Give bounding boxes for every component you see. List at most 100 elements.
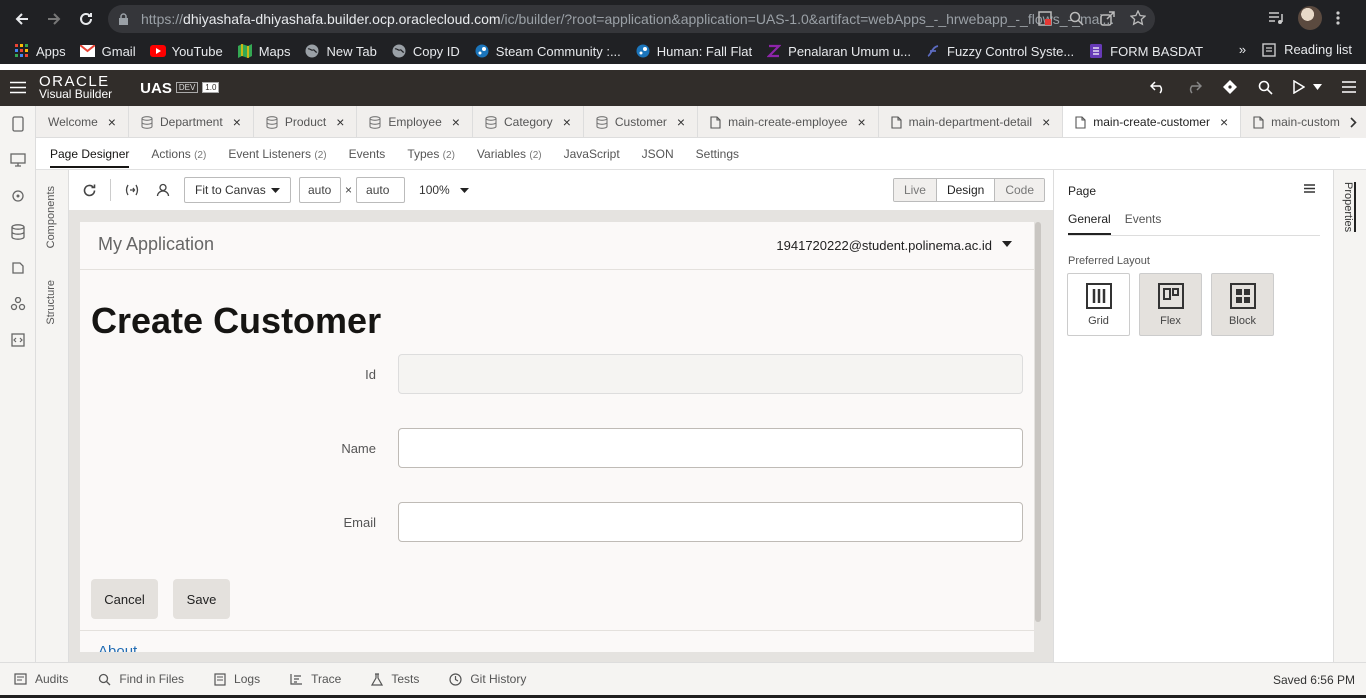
variables-toggle-icon[interactable] — [121, 179, 143, 201]
run-button[interactable] — [1293, 80, 1322, 94]
bookmark-maps[interactable]: Maps — [237, 43, 290, 59]
tab-category[interactable]: Category × — [473, 106, 584, 137]
git-icon[interactable] — [1222, 79, 1238, 95]
subtab-page-designer[interactable]: Page Designer — [50, 147, 130, 168]
reload-icon[interactable] — [70, 3, 102, 35]
web-apps-icon[interactable] — [0, 142, 35, 178]
tab-main-department-detail[interactable]: main-department-detail × — [879, 106, 1064, 137]
bottom-tests-button[interactable]: Tests — [371, 672, 419, 686]
subtab-javascript[interactable]: JavaScript — [564, 147, 620, 161]
bookmark-form-basdat[interactable]: FORM BASDAT — [1088, 43, 1203, 59]
media-queue-icon[interactable] — [1268, 11, 1284, 25]
star-icon[interactable] — [1129, 9, 1147, 27]
id-field[interactable] — [398, 354, 1023, 394]
subtab-settings[interactable]: Settings — [696, 147, 739, 161]
subtab-types[interactable]: Types (2) — [407, 147, 455, 161]
components-icon[interactable] — [0, 250, 35, 286]
name-field[interactable] — [398, 428, 1023, 468]
subtab-json[interactable]: JSON — [642, 147, 674, 161]
tab-main-create-employee[interactable]: main-create-employee × — [698, 106, 879, 137]
bottom-trace-button[interactable]: Trace — [290, 672, 341, 686]
close-tab-icon[interactable]: × — [233, 114, 241, 130]
layout-grid-option[interactable]: Grid — [1067, 273, 1130, 336]
clipboard-icon[interactable] — [1036, 9, 1054, 27]
subtab-events[interactable]: Events — [349, 147, 386, 161]
bookmark-apps[interactable]: Apps — [14, 43, 66, 59]
properties-side-tab[interactable]: Properties — [1333, 170, 1366, 662]
services-icon[interactable] — [0, 178, 35, 214]
properties-tab-events[interactable]: Events — [1125, 212, 1162, 235]
user-menu-caret-icon[interactable] — [1002, 241, 1012, 247]
source-icon[interactable] — [0, 322, 35, 358]
subtab-actions[interactable]: Actions (2) — [151, 147, 206, 161]
back-icon[interactable] — [6, 3, 38, 35]
layout-block-option[interactable]: Block — [1211, 273, 1274, 336]
bookmark-youtube[interactable]: YouTube — [149, 43, 223, 59]
canvas-height-input[interactable]: auto — [356, 177, 406, 203]
tabs-scroll-right-icon[interactable] — [1340, 106, 1366, 138]
subtab-event-listeners[interactable]: Event Listeners (2) — [228, 147, 326, 161]
address-bar[interactable]: https://dhiyashafa-dhiyashafa.builder.oc… — [108, 5, 1155, 33]
tab-department[interactable]: Department × — [129, 106, 254, 137]
structure-tab[interactable]: Structure — [45, 280, 57, 325]
tab-product[interactable]: Product × — [254, 106, 358, 137]
search-icon[interactable] — [1258, 80, 1273, 95]
close-tab-icon[interactable]: × — [336, 114, 344, 130]
about-link[interactable]: About — [98, 643, 137, 652]
business-objects-icon[interactable] — [0, 214, 35, 250]
bookmarks-overflow[interactable]: » — [1239, 42, 1246, 57]
components-tab[interactable]: Components — [45, 186, 57, 248]
close-tab-icon[interactable]: × — [563, 114, 571, 130]
bookmark-steam-community[interactable]: Steam Community :... — [474, 43, 621, 59]
canvas-scrollbar[interactable] — [1035, 222, 1041, 622]
share-icon[interactable] — [1098, 9, 1116, 27]
bottom-find-in-files-button[interactable]: Find in Files — [98, 672, 184, 686]
save-button[interactable]: Save — [173, 579, 230, 619]
fit-to-canvas-select[interactable]: Fit to Canvas — [184, 177, 291, 203]
bookmark-fuzzy-control-syste[interactable]: Fuzzy Control Syste... — [925, 43, 1074, 59]
tab-employee[interactable]: Employee × — [357, 106, 473, 137]
bookmark-copy-id[interactable]: Copy ID — [391, 43, 460, 59]
menu-icon[interactable] — [1342, 81, 1356, 93]
bookmark-new-tab[interactable]: New Tab — [304, 43, 377, 59]
user-role-icon[interactable] — [152, 179, 174, 201]
close-tab-icon[interactable]: × — [1042, 114, 1050, 130]
forward-icon[interactable] — [38, 3, 70, 35]
hamburger-menu-icon[interactable] — [10, 81, 26, 94]
refresh-icon[interactable] — [78, 179, 100, 201]
app-name[interactable]: UAS DEV 1.0 — [140, 80, 220, 97]
tab-main-create-customer[interactable]: main-create-customer × — [1063, 106, 1242, 137]
mode-design-button[interactable]: Design — [936, 179, 996, 201]
mode-code-button[interactable]: Code — [995, 179, 1044, 201]
layout-flex-option[interactable]: Flex — [1139, 273, 1202, 336]
bookmark-human-fall-flat[interactable]: Human: Fall Flat — [635, 43, 752, 59]
close-tab-icon[interactable]: × — [452, 114, 460, 130]
bottom-logs-button[interactable]: Logs — [214, 672, 260, 686]
properties-menu-icon[interactable] — [1304, 184, 1315, 193]
processes-icon[interactable] — [0, 286, 35, 322]
user-menu[interactable]: 1941720222@student.polinema.ac.id — [776, 238, 992, 253]
bookmark-penalaran-umum-u[interactable]: Penalaran Umum u... — [766, 43, 911, 59]
undo-icon[interactable] — [1150, 80, 1166, 94]
mode-live-button[interactable]: Live — [893, 179, 937, 201]
close-tab-icon[interactable]: × — [677, 114, 685, 130]
bottom-git-history-button[interactable]: Git History — [449, 672, 526, 686]
close-tab-icon[interactable]: × — [857, 114, 865, 130]
subtab-variables[interactable]: Variables (2) — [477, 147, 542, 161]
canvas-width-input[interactable]: auto — [299, 177, 341, 203]
browser-menu-icon[interactable] — [1336, 10, 1340, 26]
close-tab-icon[interactable]: × — [1220, 114, 1228, 130]
profile-avatar[interactable] — [1298, 6, 1322, 30]
email-field[interactable] — [398, 502, 1023, 542]
mobile-apps-icon[interactable] — [0, 106, 35, 142]
properties-tab-general[interactable]: General — [1068, 212, 1111, 235]
zoom-icon[interactable] — [1067, 9, 1085, 27]
bottom-audits-button[interactable]: Audits — [14, 672, 68, 686]
tab-customer[interactable]: Customer × — [584, 106, 699, 137]
zoom-select[interactable]: 100% — [419, 183, 469, 197]
reading-list-button[interactable]: Reading list — [1262, 42, 1352, 57]
bookmark-gmail[interactable]: Gmail — [80, 43, 136, 59]
redo-icon[interactable] — [1186, 80, 1202, 94]
tab-welcome[interactable]: Welcome × — [36, 106, 129, 137]
close-tab-icon[interactable]: × — [108, 114, 116, 130]
